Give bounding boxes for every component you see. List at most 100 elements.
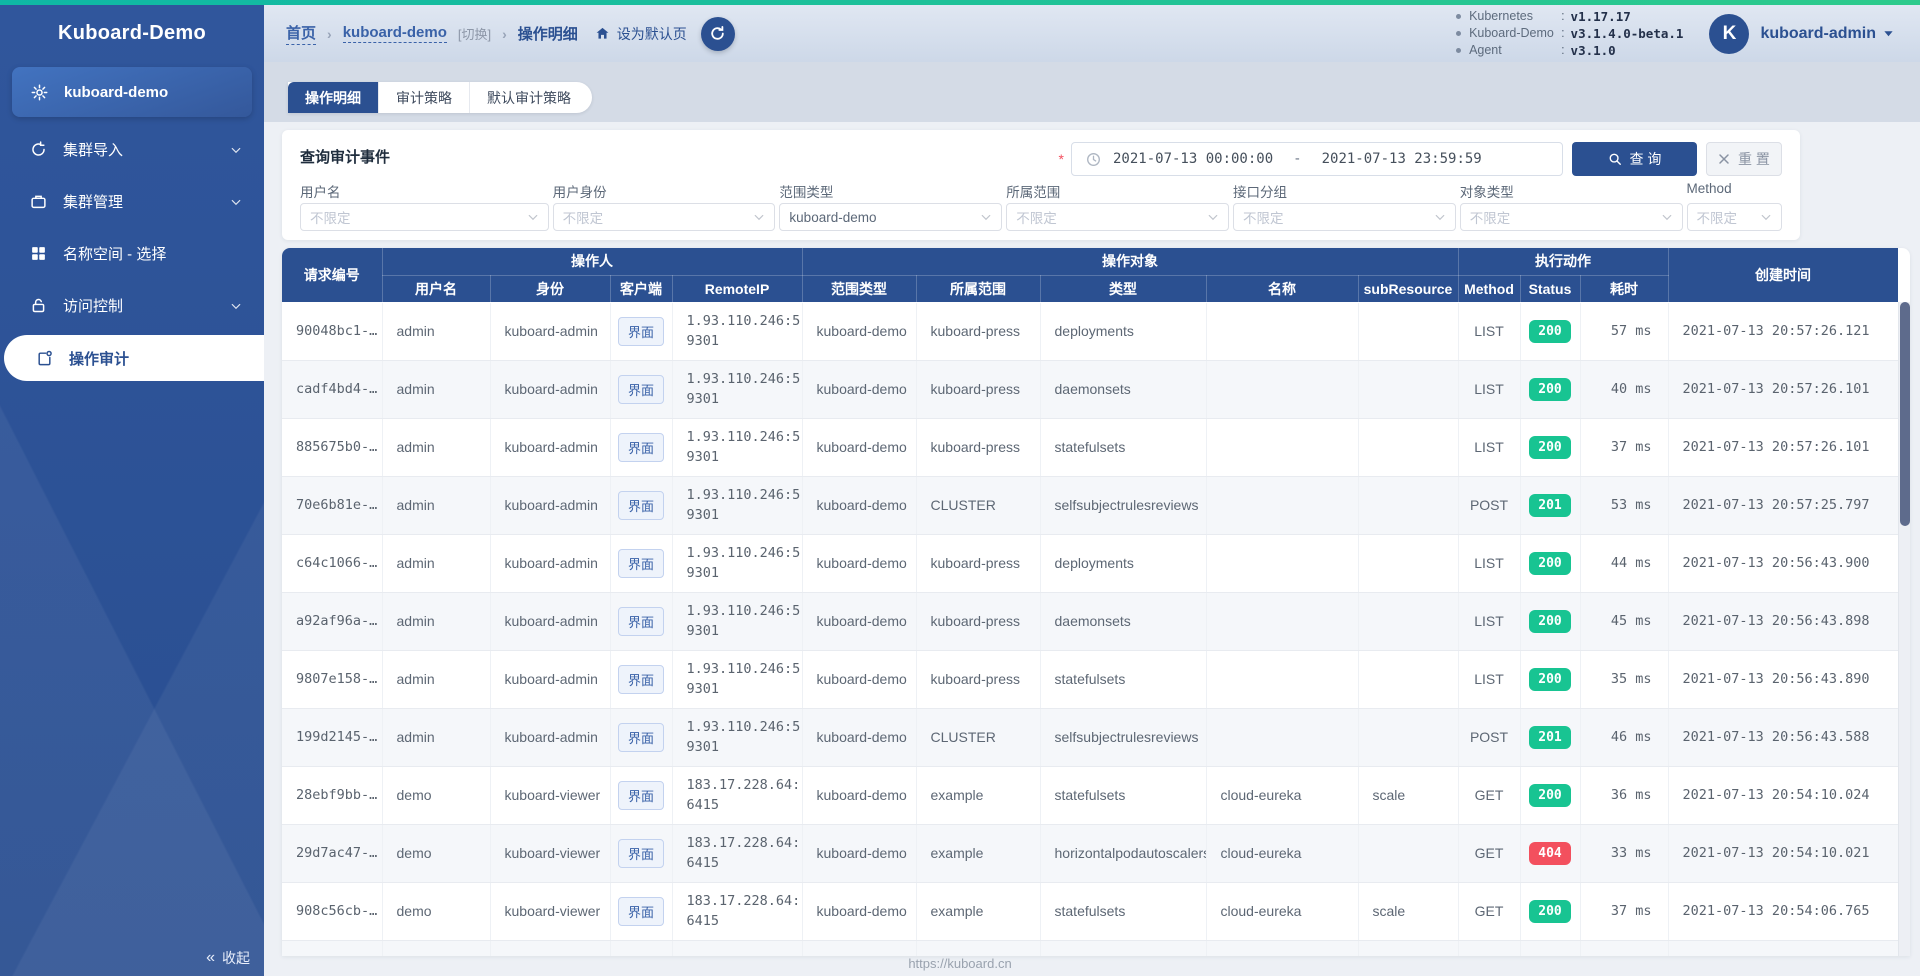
cell-method: GET — [1458, 824, 1521, 883]
cell-request-id: c64c1066-… — [282, 534, 383, 593]
kuboard-site-link[interactable]: https://kuboard.cn — [908, 956, 1011, 971]
date-range-input[interactable]: 2021-07-13 00:00:00 - 2021-07-13 23:59:5… — [1071, 142, 1563, 176]
cell-created: 2021-07-13 20:57:26.101 — [1668, 418, 1899, 477]
col-header-RemoteIP: RemoteIP — [671, 275, 803, 303]
table-row[interactable]: 199d2145-… admin kuboard-admin 界面 1.93.110.2… — [282, 708, 1899, 767]
col-header-Method: Method — [1457, 275, 1521, 303]
filter-label: 用户身份 — [552, 185, 607, 200]
filter-select[interactable]: 不限定 — [1232, 203, 1456, 231]
client-badge[interactable]: 界面 — [617, 490, 664, 520]
cell-remote-ip: 1.93.110.246:59301 — [672, 650, 803, 709]
filter-placeholder: 不限定 — [562, 211, 604, 226]
filter-select[interactable]: kuboard-demo — [779, 203, 1003, 231]
cell-duration: 46 ms — [1580, 708, 1669, 767]
chevron-down-icon — [753, 211, 765, 223]
cell-kind: statefulsets — [1040, 882, 1207, 941]
sidebar-item-access-control[interactable]: 访问控制 — [0, 279, 264, 331]
top-accent-bar — [0, 0, 1920, 5]
reset-button[interactable]: 重 置 — [1706, 142, 1782, 176]
tab-审计策略[interactable]: 审计策略 — [379, 82, 470, 113]
chevron-down-icon — [1207, 211, 1219, 223]
client-badge[interactable]: 界面 — [617, 432, 664, 462]
cell-duration: 57 ms — [1580, 302, 1669, 361]
table-row[interactable]: c64c1066-… admin kuboard-admin 界面 1.93.110.2… — [282, 534, 1899, 593]
client-badge[interactable]: 界面 — [617, 548, 664, 578]
filter-select[interactable]: 不限定 — [1459, 203, 1683, 231]
cell-user: demo — [382, 882, 491, 941]
breadcrumb-switch-hint[interactable]: [切换] — [458, 24, 491, 43]
table-row[interactable]: 28ebf9bb-… demo kuboard-viewer 界面 183.17.228… — [282, 766, 1899, 825]
cell-method: GET — [1458, 882, 1521, 941]
client-badge[interactable]: 界面 — [617, 838, 664, 868]
cell-method: LIST — [1458, 592, 1521, 651]
sidebar-item-cluster-manage[interactable]: 集群管理 — [0, 175, 264, 227]
tab-默认审计策略[interactable]: 默认审计策略 — [470, 82, 592, 113]
cell-status: 201 — [1520, 708, 1581, 767]
cell-scope: kuboard-press — [916, 650, 1041, 709]
cell-user: admin — [382, 302, 491, 361]
table-row[interactable]: 885675b0-… admin kuboard-admin 界面 1.93.110.2… — [282, 418, 1899, 477]
cell-name — [1206, 302, 1359, 361]
cell-duration: 35 ms — [1580, 650, 1669, 709]
filter-placeholder: 不限定 — [310, 211, 351, 226]
col-header-客户端: 客户端 — [609, 275, 673, 303]
status-badge: 200 — [1529, 783, 1571, 807]
table-row[interactable]: cadf4bd4-… admin kuboard-admin 界面 1.93.110.2… — [282, 360, 1899, 419]
sidebar-item-operation-audit[interactable]: 操作审计 — [4, 335, 264, 381]
client-badge[interactable]: 界面 — [617, 374, 664, 404]
client-badge[interactable]: 界面 — [617, 606, 664, 636]
col-header-类型: 类型 — [1039, 275, 1207, 303]
main-area: 首页 › kuboard-demo [切换] › 操作明细 设为默认页 Kube… — [264, 0, 1920, 976]
sidebar-item-label: 集群管理 — [63, 193, 124, 211]
sidebar-item-current-cluster[interactable]: kuboard-demo — [12, 67, 252, 117]
table-row[interactable]: 29d7ac47-… demo kuboard-viewer 界面 183.17.228… — [282, 824, 1899, 883]
table-row[interactable]: a92af96a-… admin kuboard-admin 界面 1.93.110.2… — [282, 592, 1899, 651]
filter-select[interactable]: 不限定 — [300, 203, 549, 231]
client-badge[interactable]: 界面 — [617, 896, 664, 926]
sidebar-item-cluster-import[interactable]: 集群导入 — [0, 123, 264, 175]
client-badge[interactable]: 界面 — [617, 664, 664, 694]
filter-对象类型: 对象类型 不限定 — [1459, 181, 1683, 231]
table-row[interactable]: 90048bc1-… admin kuboard-admin 界面 1.93.110.2… — [282, 302, 1899, 361]
cell-request-id: 70e6b81e-… — [282, 476, 383, 535]
col-header-Status: Status — [1519, 275, 1581, 303]
cell-scope: CLUSTER — [916, 708, 1041, 767]
client-badge[interactable]: 界面 — [617, 780, 664, 810]
version-row: Kubernetes: v1.17.17 — [1456, 8, 1683, 25]
cell-subresource — [1358, 476, 1459, 535]
cell-scope: kuboard-press — [916, 302, 1041, 361]
breadcrumb-cluster-link[interactable]: kuboard-demo — [342, 24, 447, 43]
status-badge: 200 — [1529, 551, 1571, 575]
sidebar-item-label: 集群导入 — [63, 141, 124, 159]
filter-select[interactable]: 不限定 — [1006, 203, 1229, 231]
refresh-button[interactable] — [700, 16, 735, 51]
table-row[interactable]: 9807e158-… admin kuboard-admin 界面 1.93.110.2… — [282, 650, 1899, 709]
filter-select[interactable]: 不限定 — [552, 203, 776, 231]
cell-created: 2021-07-13 20:54:10.024 — [1668, 766, 1899, 825]
chevron-down-icon — [527, 211, 539, 223]
tabs: 操作明细 审计策略 默认审计策略 — [288, 82, 592, 113]
sidebar-item-namespace-select[interactable]: 名称空间 - 选择 — [0, 227, 264, 279]
cell-scope: example — [916, 824, 1041, 883]
cell-request-id: 29d7ac47-… — [282, 824, 383, 883]
cell-name — [1206, 418, 1359, 477]
client-badge[interactable]: 界面 — [617, 722, 664, 752]
filter-select[interactable]: 不限定 — [1686, 203, 1783, 231]
vertical-scrollbar[interactable] — [1898, 302, 1910, 956]
col-header-耗时: 耗时 — [1579, 275, 1669, 303]
table-row[interactable]: 908c56cb-… demo kuboard-viewer 界面 183.17.228… — [282, 882, 1899, 941]
user-menu[interactable]: K kuboard-admin — [1709, 13, 1894, 54]
set-default-page-button[interactable]: 设为默认页 — [595, 24, 687, 44]
filter-placeholder: 不限定 — [1016, 211, 1057, 226]
breadcrumb-home-link[interactable]: 首页 — [286, 22, 317, 45]
tab-操作明细[interactable]: 操作明细 — [288, 82, 379, 113]
bullet-icon — [1456, 31, 1462, 36]
table-row[interactable]: 70e6b81e-… admin kuboard-admin 界面 1.93.110.2… — [282, 476, 1899, 535]
cell-remote-ip: 1.93.110.246:59301 — [672, 302, 803, 361]
cell-identity: kuboard-admin — [490, 708, 611, 767]
search-button[interactable]: 查 询 — [1572, 142, 1697, 176]
vertical-scrollbar-thumb[interactable] — [1900, 302, 1910, 526]
cell-subresource — [1358, 534, 1459, 593]
client-badge[interactable]: 界面 — [617, 316, 664, 346]
cell-request-id: 9807e158-… — [282, 650, 383, 709]
